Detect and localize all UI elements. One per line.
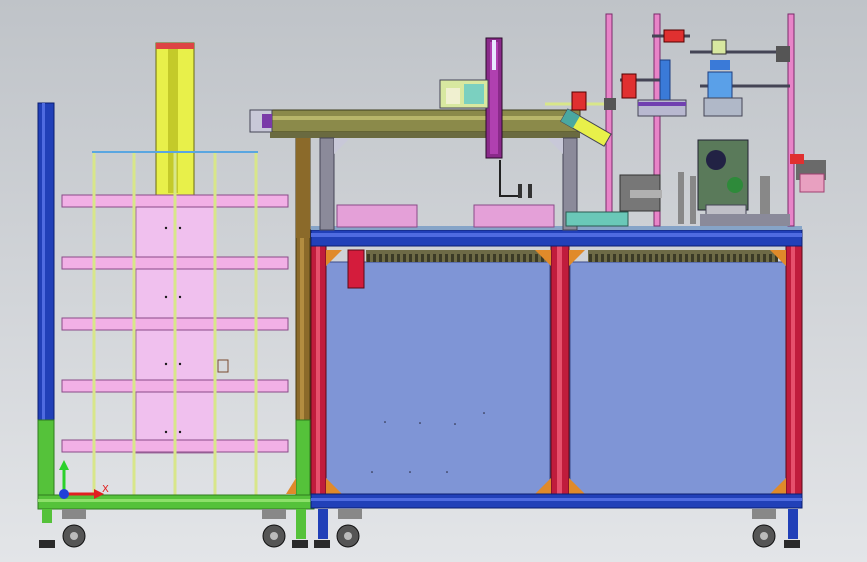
- tray-right: [473, 204, 555, 228]
- gantry-beam: [249, 109, 581, 133]
- cylinder-right: [707, 71, 733, 101]
- conveyor-chain-right: [588, 250, 778, 262]
- workbench-top: [310, 229, 803, 247]
- bench-slide: [565, 211, 629, 227]
- panel-right: [569, 261, 787, 495]
- x-axis-label: X: [102, 484, 109, 495]
- panel-left: [325, 261, 551, 495]
- rack-post-green-base: [37, 419, 55, 501]
- cad-viewport[interactable]: X Y: [0, 0, 867, 562]
- conveyor-chain-left: [366, 250, 546, 262]
- base-frame: [37, 493, 803, 510]
- tray-left: [336, 204, 418, 228]
- workbench: [286, 226, 803, 497]
- assembly-drawing: [0, 0, 867, 562]
- cylinder-left: [659, 59, 671, 101]
